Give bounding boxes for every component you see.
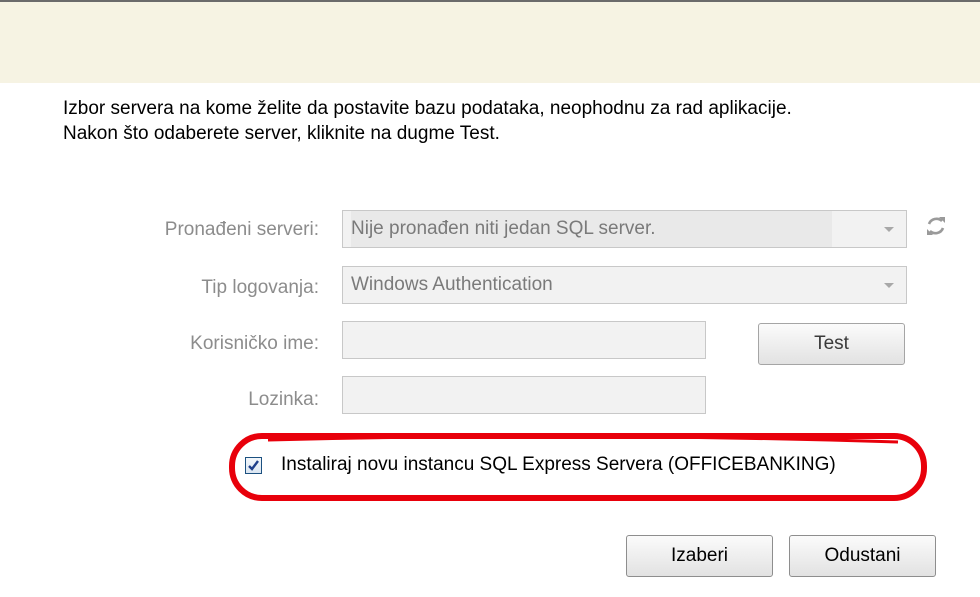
- password-input[interactable]: [342, 376, 706, 414]
- login-type-value: Windows Authentication: [351, 274, 553, 295]
- header-banner: [0, 2, 980, 83]
- install-instance-label[interactable]: Instaliraj novu instancu SQL Express Ser…: [281, 454, 836, 476]
- cancel-button[interactable]: Odustani: [789, 535, 936, 577]
- checkmark-icon: [248, 460, 259, 471]
- servers-dropdown[interactable]: Nije pronađen niti jedan SQL server.: [342, 210, 907, 248]
- instructions-text: Izbor servera na kome želite da postavit…: [63, 96, 792, 146]
- username-input[interactable]: [342, 321, 706, 359]
- chevron-down-icon[interactable]: [872, 211, 906, 247]
- username-label: Korisničko ime:: [190, 333, 319, 354]
- servers-dropdown-value: Nije pronađen niti jedan SQL server.: [351, 211, 832, 247]
- test-button[interactable]: Test: [758, 323, 905, 365]
- chevron-down-icon[interactable]: [872, 267, 906, 303]
- password-label: Lozinka:: [248, 389, 319, 410]
- instructions-line-2: Nakon što odaberete server, kliknite na …: [63, 123, 500, 144]
- refresh-icon[interactable]: [925, 214, 947, 238]
- select-button[interactable]: Izaberi: [626, 535, 773, 577]
- servers-label: Pronađeni serveri:: [164, 219, 319, 240]
- login-type-label: Tip logovanja:: [201, 277, 319, 298]
- instructions-line-1: Izbor servera na kome želite da postavit…: [63, 98, 792, 119]
- install-instance-checkbox[interactable]: [245, 457, 262, 474]
- login-type-dropdown[interactable]: Windows Authentication: [342, 266, 907, 304]
